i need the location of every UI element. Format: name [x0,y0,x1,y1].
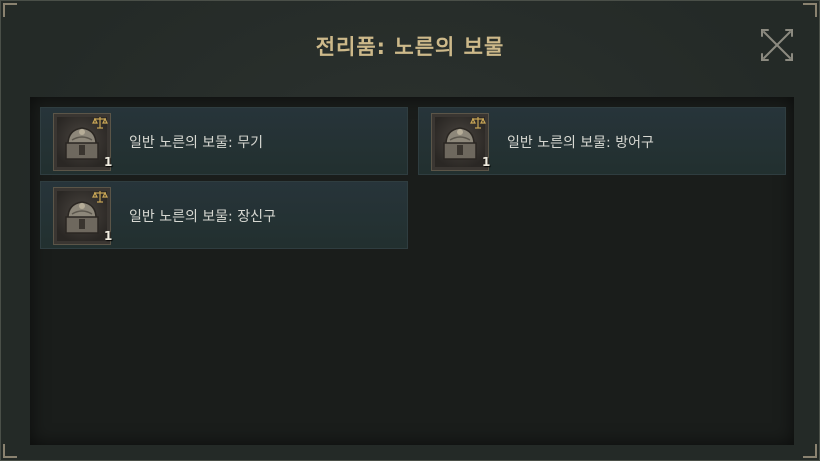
loot-item[interactable]: 1 일반 노른의 보물: 무기 [40,107,408,175]
item-label: 일반 노른의 보물: 장신구 [129,209,276,225]
window-title: 전리품: 노른의 보물 [315,35,505,59]
scale-icon [470,117,486,129]
loot-window: 전리품: 노른의 보물 1 일반 노른의 보물: 무기 1 일반 노른의 보물:… [0,0,820,461]
item-slot [53,187,111,245]
loot-item[interactable]: 1 일반 노른의 보물: 장신구 [40,181,408,249]
frame-corner [3,3,17,17]
item-quantity: 1 [104,229,113,243]
item-quantity: 1 [104,155,113,169]
close-x-icon [761,29,793,61]
scale-icon [92,191,108,203]
item-slot [431,113,489,171]
item-slot [53,113,111,171]
item-label: 일반 노른의 보물: 방어구 [507,135,654,151]
close-button[interactable] [759,27,795,63]
frame-corner [803,444,817,458]
item-label: 일반 노른의 보물: 무기 [129,135,263,151]
frame-corner [3,444,17,458]
frame-corner [803,3,817,17]
loot-item[interactable]: 1 일반 노른의 보물: 방어구 [418,107,786,175]
item-quantity: 1 [482,155,491,169]
scale-icon [92,117,108,129]
loot-list-panel: 1 일반 노른의 보물: 무기 1 일반 노른의 보물: 방어구 1 일반 노른… [30,97,794,445]
